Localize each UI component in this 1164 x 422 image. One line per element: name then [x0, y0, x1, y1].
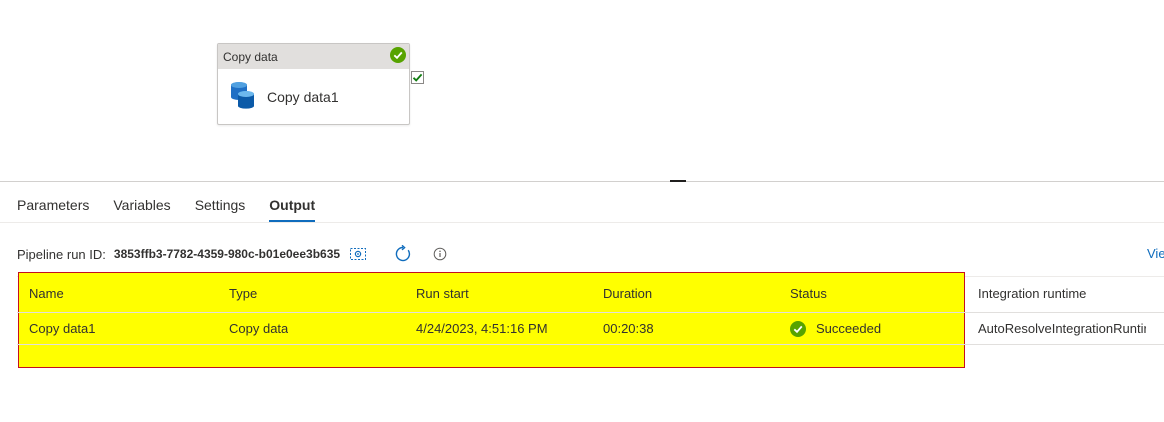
column-header-name[interactable]: Name [29, 278, 64, 310]
pipeline-run-id-row: Pipeline run ID: 3853ffb3-7782-4359-980c… [17, 244, 447, 264]
copy-icon[interactable] [350, 248, 367, 260]
cell-duration: 00:20:38 [603, 321, 654, 336]
tab-output[interactable]: Output [269, 194, 316, 222]
copy-data-database-icon [230, 81, 256, 114]
view-link[interactable]: Vie [1147, 246, 1164, 261]
table-row[interactable]: Copy data1 Copy data 4/24/2023, 4:51:16 … [0, 313, 1164, 345]
activity-header: Copy data [218, 44, 409, 69]
column-header-duration[interactable]: Duration [603, 278, 652, 310]
success-check-circle-icon [390, 47, 406, 66]
copy-data-activity-card[interactable]: Copy data Copy data1 [217, 43, 410, 125]
data-row-divider [17, 344, 1164, 345]
success-check-circle-icon [790, 321, 806, 337]
activity-name: Copy data1 [267, 89, 339, 105]
bottom-panel-tabs: Parameters Variables Settings Output [17, 194, 339, 222]
panel-splitter[interactable] [0, 181, 1164, 182]
column-header-status[interactable]: Status [790, 278, 827, 310]
tabs-divider [0, 222, 1164, 223]
activity-type-label: Copy data [223, 49, 278, 64]
cell-integration-runtime: AutoResolveIntegrationRuntir [978, 321, 1146, 336]
status-text: Succeeded [816, 321, 882, 336]
tab-variables[interactable]: Variables [113, 194, 170, 222]
pipeline-run-id-label: Pipeline run ID: [17, 246, 106, 262]
tab-settings[interactable]: Settings [195, 194, 246, 222]
refresh-icon[interactable] [394, 245, 412, 263]
cell-name: Copy data1 [29, 321, 96, 336]
cell-run-start: 4/24/2023, 4:51:16 PM [416, 321, 548, 336]
column-header-integration-runtime[interactable]: Integration runtime [978, 278, 1146, 310]
activity-body: Copy data1 [218, 69, 409, 125]
tab-parameters[interactable]: Parameters [17, 194, 89, 222]
table-header-row: Name Type Run start Duration Status Inte… [0, 278, 1164, 310]
cell-type: Copy data [229, 321, 289, 336]
info-icon[interactable] [433, 247, 447, 261]
cell-status: Succeeded [790, 313, 881, 345]
checkbox-checked-icon[interactable] [411, 71, 424, 84]
pipeline-run-id-value: 3853ffb3-7782-4359-980c-b01e0ee3b635 [113, 247, 341, 261]
splitter-grip-handle[interactable] [670, 180, 686, 182]
column-header-type[interactable]: Type [229, 278, 257, 310]
column-header-run-start[interactable]: Run start [416, 278, 469, 310]
